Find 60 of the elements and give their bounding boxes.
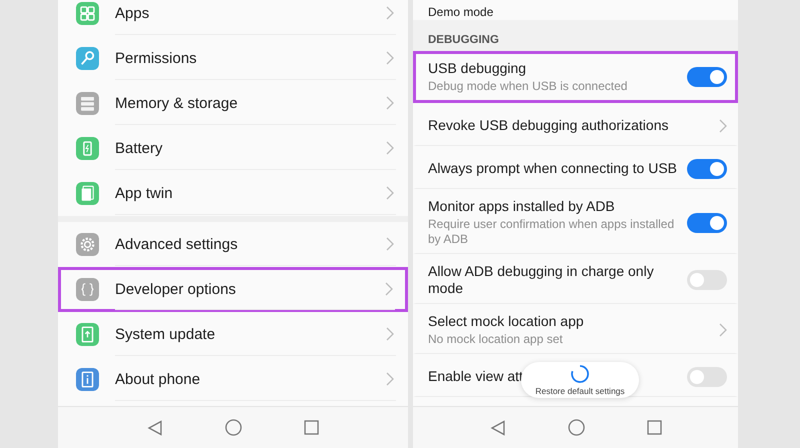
setting-title: Allow ADB debugging in charge only mode	[428, 263, 655, 297]
setting-title: Monitor apps installed by ADB	[428, 198, 615, 215]
menu-row[interactable]: Developer options	[58, 267, 408, 312]
chevron-icon	[719, 323, 727, 337]
menu-row[interactable]: Apps	[58, 0, 408, 36]
menu-label: Battery	[115, 140, 163, 156]
home-icon[interactable]	[568, 419, 584, 436]
setting-title: USB debugging	[428, 60, 526, 77]
chevron-icon	[386, 372, 394, 386]
setting-title: Revoke USB debugging authorizations	[428, 117, 668, 134]
setting-row[interactable]: Select mock location app No mock location app set	[413, 304, 738, 354]
toggle-switch[interactable]	[687, 67, 727, 87]
setting-subtitle: Debug mode when USB is connected	[428, 79, 628, 94]
setting-title: Always prompt when connecting to USB	[428, 160, 678, 177]
menu-label: Memory & storage	[115, 94, 238, 112]
setting-title[interactable]: Demo mode	[413, 0, 738, 18]
setting-row[interactable]: USB debugging Debug mode when USB is connected	[413, 51, 738, 103]
chevron-icon	[386, 237, 394, 251]
menu-row[interactable]: Permissions	[58, 36, 408, 81]
setting-subtitle: No mock location app set	[428, 332, 564, 347]
setting-row[interactable]: Monitor apps installed by ADB Require user confirmation when apps installed by ADB	[413, 189, 738, 254]
chevron-icon	[386, 51, 394, 65]
chevron-icon	[386, 186, 394, 200]
menu-row[interactable]: Memory & storage	[58, 81, 408, 126]
chevron-icon	[386, 6, 394, 20]
chevron-icon	[386, 327, 394, 341]
setting-title: Select mock location app	[428, 313, 584, 330]
menu-row[interactable]: Advanced settings	[58, 222, 408, 267]
menu-label: About phone	[115, 370, 200, 388]
back-icon[interactable]	[147, 420, 163, 436]
menu-label: System update	[115, 326, 216, 342]
chevron-icon	[386, 96, 394, 110]
menu-row[interactable]: App twin	[58, 171, 408, 216]
toggle-switch[interactable]	[687, 158, 727, 178]
menu-row[interactable]: System update	[58, 312, 408, 357]
toggle-switch[interactable]	[687, 270, 727, 290]
toast-text: Restore default settings	[535, 386, 625, 396]
spinner-icon	[570, 364, 590, 384]
chevron-icon	[719, 118, 727, 132]
menu-label: Apps	[115, 4, 150, 22]
home-icon[interactable]	[225, 419, 242, 436]
menu-row[interactable]: About phone	[58, 357, 408, 402]
menu-label: Advanced settings	[115, 236, 238, 252]
toggle-switch[interactable]	[687, 212, 727, 232]
setting-row[interactable]: Revoke USB debugging authorizations	[413, 103, 738, 146]
chevron-icon	[385, 282, 393, 296]
toggle-switch[interactable]	[687, 366, 727, 386]
setting-row[interactable]: Allow ADB debugging in charge only mode	[413, 254, 738, 304]
setting-row[interactable]: Always prompt when connecting to USB	[413, 146, 738, 189]
menu-label: Developer options	[115, 280, 236, 298]
recents-icon[interactable]	[304, 420, 319, 435]
setting-subtitle: Require user confirmation when apps installed by ADB	[428, 217, 676, 247]
back-icon[interactable]	[490, 420, 506, 436]
chevron-icon	[386, 141, 394, 155]
menu-label: App twin	[115, 184, 173, 202]
menu-label: Permissions	[115, 50, 197, 66]
menu-row[interactable]: Battery	[58, 126, 408, 171]
section-header: DEBUGGING	[413, 20, 738, 51]
setting-title: Enable view att	[428, 368, 523, 385]
recents-icon[interactable]	[646, 420, 662, 435]
